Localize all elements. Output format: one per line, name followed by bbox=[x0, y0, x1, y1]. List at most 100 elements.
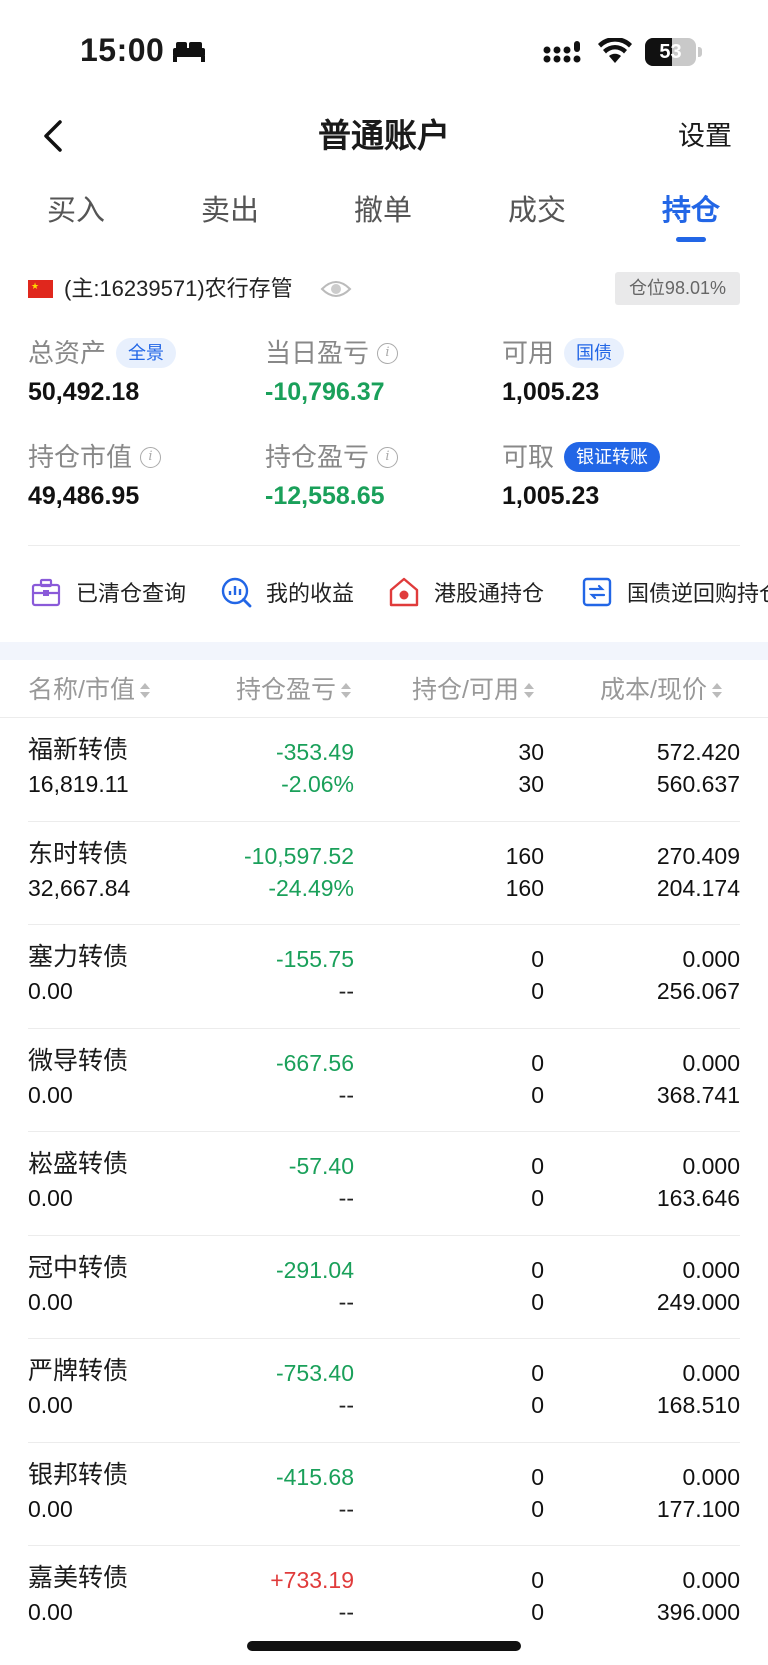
table-row[interactable]: 塞力转债 0.00 -155.75 -- 0 0 0.000 256.067 bbox=[28, 925, 740, 1029]
home-indicator[interactable] bbox=[247, 1641, 521, 1651]
available-value: 1,005.23 bbox=[502, 378, 600, 406]
tab-deals[interactable]: 成交 bbox=[477, 186, 597, 236]
position-qty: 0 bbox=[531, 946, 544, 972]
status-time: 15:00 bbox=[80, 32, 165, 68]
bond-name: 冠中转债 bbox=[28, 1253, 129, 1282]
status-bar: 15:00 53 bbox=[0, 0, 768, 104]
bond-name: 嘉美转债 bbox=[28, 1564, 129, 1592]
table-row[interactable]: 福新转债 16,819.11 -353.49 -2.06% 30 30 572.… bbox=[28, 718, 740, 822]
market-value: 0.00 bbox=[28, 978, 73, 1004]
cost-price: 270.409 bbox=[656, 842, 740, 869]
table-row[interactable]: 嘉美转债 0.00 +733.19 -- 0 0 0.000 396.000 bbox=[28, 1546, 740, 1650]
eye-icon[interactable] bbox=[320, 278, 352, 300]
account-info[interactable]: (主:16239571)农行存管 bbox=[64, 272, 293, 306]
position-pl: -155.75 bbox=[275, 946, 354, 972]
account-row: ★ (主:16239571)农行存管 仓位98.01% bbox=[28, 272, 740, 308]
table-row[interactable]: 银邦转债 0.00 -415.68 -- 0 0 0.000 177.100 bbox=[28, 1443, 740, 1546]
cost-price: 0.000 bbox=[682, 1256, 740, 1283]
battery-icon: 53 bbox=[645, 38, 702, 66]
current-price: 163.646 bbox=[656, 1185, 740, 1211]
sleep-bed-icon bbox=[173, 42, 205, 62]
position-pl-pct: -- bbox=[338, 1392, 354, 1418]
position-pl: -291.04 bbox=[275, 1256, 354, 1283]
header-cost-price[interactable]: 成本/现价 bbox=[600, 668, 722, 712]
available-qty: 0 bbox=[531, 1392, 544, 1418]
market-value: 0.00 bbox=[28, 1392, 73, 1418]
section-separator bbox=[0, 642, 768, 660]
current-price: 560.637 bbox=[656, 771, 740, 797]
cost-price: 0.000 bbox=[682, 1049, 740, 1076]
header-label: 成本/现价 bbox=[600, 676, 707, 704]
tab-sell[interactable]: 卖出 bbox=[170, 186, 290, 236]
position-pl: -667.56 bbox=[275, 1049, 354, 1076]
position-qty: 0 bbox=[531, 1567, 544, 1593]
position-pl-pct: -- bbox=[338, 1185, 354, 1211]
cost-price: 0.000 bbox=[682, 946, 740, 972]
header-position-available[interactable]: 持仓/可用 bbox=[412, 668, 534, 712]
info-icon[interactable]: i bbox=[377, 342, 399, 364]
total-assets-label: 总资产 bbox=[28, 338, 107, 368]
info-icon[interactable]: i bbox=[140, 446, 162, 468]
market-value: 32,667.84 bbox=[28, 874, 131, 901]
market-value: 16,819.11 bbox=[28, 771, 129, 797]
market-value: 0.00 bbox=[28, 1185, 73, 1211]
cellular-signal-icon bbox=[543, 41, 581, 63]
treasury-bond-button[interactable]: 国债 bbox=[564, 338, 625, 368]
shortcut-label: 港股通持仓 bbox=[434, 581, 545, 606]
market-value: 0.00 bbox=[28, 1599, 73, 1625]
withdrawable-label: 可取 bbox=[502, 442, 555, 472]
table-row[interactable]: 严牌转债 0.00 -753.40 -- 0 0 0.000 168.510 bbox=[28, 1339, 740, 1443]
daily-pl-label: 当日盈亏 bbox=[265, 338, 370, 368]
available-qty: 0 bbox=[531, 1495, 544, 1522]
table-row[interactable]: 崧盛转债 0.00 -57.40 -- 0 0 0.000 163.646 bbox=[28, 1132, 740, 1236]
bond-name: 银邦转债 bbox=[28, 1460, 129, 1489]
position-ratio-badge: 仓位98.01% bbox=[614, 272, 740, 305]
available-qty: 30 bbox=[518, 771, 544, 797]
current-price: 256.067 bbox=[656, 978, 740, 1004]
bond-name: 东时转债 bbox=[28, 839, 129, 868]
active-tab-indicator bbox=[676, 237, 706, 242]
current-price: 177.100 bbox=[656, 1495, 740, 1522]
battery-level: 53 bbox=[659, 41, 682, 63]
info-icon[interactable]: i bbox=[377, 446, 399, 468]
settings-button[interactable]: 设置 bbox=[678, 114, 732, 158]
available-qty: 160 bbox=[505, 874, 544, 901]
table-row[interactable]: 冠中转债 0.00 -291.04 -- 0 0 0.000 249.000 bbox=[28, 1236, 740, 1339]
bank-transfer-button[interactable]: 银证转账 bbox=[564, 442, 661, 472]
sort-icon bbox=[139, 683, 150, 699]
header-position-pl[interactable]: 持仓盈亏 bbox=[236, 668, 352, 712]
chart-search-icon bbox=[221, 577, 252, 608]
sort-icon bbox=[523, 683, 534, 699]
current-price: 204.174 bbox=[656, 874, 740, 901]
market-value-value: 49,486.95 bbox=[28, 482, 140, 510]
header-label: 持仓盈亏 bbox=[236, 676, 337, 704]
shortcut-label: 已清仓查询 bbox=[76, 581, 187, 606]
cost-price: 0.000 bbox=[682, 1360, 740, 1386]
panorama-button[interactable]: 全景 bbox=[116, 338, 177, 368]
sort-icon bbox=[711, 683, 722, 699]
tab-cancel[interactable]: 撤单 bbox=[323, 186, 443, 236]
trade-tabs: 买入 卖出 撤单 成交 持仓 bbox=[0, 186, 768, 246]
daily-pl-value: -10,796.37 bbox=[265, 378, 385, 406]
positions-list: 福新转债 16,819.11 -353.49 -2.06% 30 30 572.… bbox=[0, 718, 768, 1650]
shortcut-label: 我的收益 bbox=[266, 581, 355, 606]
header-name-value[interactable]: 名称/市值 bbox=[28, 668, 150, 712]
header-label: 持仓/可用 bbox=[412, 676, 519, 704]
position-qty: 0 bbox=[531, 1360, 544, 1386]
available-qty: 0 bbox=[531, 978, 544, 1004]
available-qty: 0 bbox=[531, 1185, 544, 1211]
current-price: 368.741 bbox=[656, 1081, 740, 1108]
shortcut-bar: 已清仓查询 我的收益 港股通持仓 国债逆回购持仓 bbox=[0, 570, 768, 618]
bond-name: 福新转债 bbox=[28, 736, 129, 764]
position-pl-value: -12,558.65 bbox=[265, 482, 385, 510]
position-pl: -415.68 bbox=[275, 1463, 354, 1490]
market-value: 0.00 bbox=[28, 1288, 73, 1315]
table-row[interactable]: 东时转债 32,667.84 -10,597.52 -24.49% 160 16… bbox=[28, 822, 740, 925]
position-qty: 160 bbox=[505, 842, 544, 869]
tab-positions[interactable]: 持仓 bbox=[631, 186, 751, 236]
position-qty: 0 bbox=[531, 1049, 544, 1076]
positions-table-header: 名称/市值 持仓盈亏 持仓/可用 成本/现价 bbox=[0, 668, 768, 718]
tab-buy[interactable]: 买入 bbox=[16, 186, 136, 236]
table-row[interactable]: 微导转债 0.00 -667.56 -- 0 0 0.000 368.741 bbox=[28, 1029, 740, 1132]
current-price: 168.510 bbox=[656, 1392, 740, 1418]
